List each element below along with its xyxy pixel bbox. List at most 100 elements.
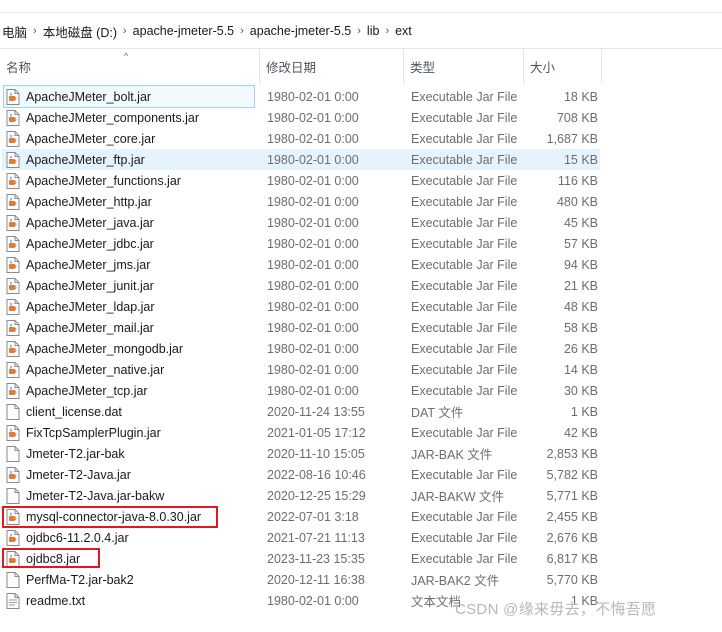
file-name-cell[interactable]: Jmeter-T2.jar-bak — [4, 443, 254, 464]
breadcrumb-jmeter-outer[interactable]: apache-jmeter-5.5 — [131, 24, 236, 38]
breadcrumb-ext[interactable]: ext — [393, 24, 414, 38]
column-header-name[interactable]: ^ 名称 — [0, 49, 260, 83]
blank-file-icon — [6, 487, 20, 504]
file-row[interactable]: ApacheJMeter_functions.jar 1980-02-01 0:0… — [0, 170, 722, 191]
jar-file-icon — [6, 340, 20, 357]
file-name: ApacheJMeter_functions.jar — [26, 173, 181, 188]
file-row[interactable]: ApacheJMeter_core.jar 1980-02-01 0:00 Exec… — [0, 128, 722, 149]
file-row[interactable]: ApacheJMeter_http.jar 1980-02-01 0:00 Exec… — [0, 191, 722, 212]
file-name-cell[interactable]: ApacheJMeter_core.jar — [4, 128, 254, 149]
file-name-cell[interactable]: ApacheJMeter_java.jar — [4, 212, 254, 233]
file-row[interactable]: ApacheJMeter_mongodb.jar 1980-02-01 0:00 E… — [0, 338, 722, 359]
breadcrumb-chevron-icon[interactable]: › — [119, 25, 131, 37]
file-name-cell[interactable]: ApacheJMeter_tcp.jar — [4, 380, 254, 401]
file-type: Executable Jar File — [411, 173, 518, 188]
file-row[interactable]: ojdbc6-11.2.0.4.jar 2021-07-21 11:13 Execu… — [0, 527, 722, 548]
file-name-cell[interactable]: ApacheJMeter_bolt.jar — [3, 85, 255, 108]
column-header-date[interactable]: 修改日期 — [260, 49, 404, 83]
file-date: 2020-12-11 16:38 — [267, 572, 365, 587]
file-row[interactable]: ApacheJMeter_bolt.jar 1980-02-01 0:00 Exec… — [0, 85, 722, 108]
file-list: ApacheJMeter_bolt.jar 1980-02-01 0:00 Exec… — [0, 85, 722, 611]
file-row[interactable]: ApacheJMeter_jdbc.jar 1980-02-01 0:00 Exec… — [0, 233, 722, 254]
file-row[interactable]: ApacheJMeter_junit.jar 1980-02-01 0:00 Exe… — [0, 275, 722, 296]
file-type: Executable Jar File — [411, 509, 518, 524]
file-row[interactable]: ApacheJMeter_ftp.jar 1980-02-01 0:00 Execu… — [0, 149, 722, 170]
file-row[interactable]: ApacheJMeter_ldap.jar 1980-02-01 0:00 Exec… — [0, 296, 722, 317]
file-name-cell[interactable]: client_license.dat — [4, 401, 254, 422]
file-name: ojdbc8.jar — [26, 551, 81, 566]
jar-file-icon — [6, 172, 20, 189]
file-name-cell[interactable]: ApacheJMeter_ftp.jar — [4, 149, 254, 170]
file-name-cell[interactable]: ApacheJMeter_ldap.jar — [4, 296, 254, 317]
file-row[interactable]: mysql-connector-java-8.0.30.jar 2022-07-0… — [0, 506, 722, 527]
file-name-cell[interactable]: ApacheJMeter_jdbc.jar — [4, 233, 254, 254]
file-row[interactable]: ApacheJMeter_tcp.jar 1980-02-01 0:00 Execu… — [0, 380, 722, 401]
file-row[interactable]: ApacheJMeter_java.jar 1980-02-01 0:00 Exec… — [0, 212, 722, 233]
file-name: ApacheJMeter_ldap.jar — [26, 299, 155, 314]
file-row[interactable]: ojdbc8.jar 2023-11-23 15:35 Executable Jar… — [0, 548, 722, 569]
file-row[interactable]: Jmeter-T2-Java.jar 2022-08-16 10:46 Execut… — [0, 464, 722, 485]
file-type: 文本文档 — [411, 595, 462, 609]
file-name-cell[interactable]: ApacheJMeter_junit.jar — [4, 275, 254, 296]
file-name-cell[interactable]: ApacheJMeter_jms.jar — [4, 254, 254, 275]
file-row[interactable]: PerfMa-T2.jar-bak2 2020-12-11 16:38 JAR-BA… — [0, 569, 722, 590]
file-name-cell[interactable]: ApacheJMeter_mail.jar — [4, 317, 254, 338]
file-name-cell[interactable]: ojdbc8.jar — [4, 548, 254, 569]
file-row[interactable]: ApacheJMeter_native.jar 1980-02-01 0:00 Ex… — [0, 359, 722, 380]
file-name-cell[interactable]: ApacheJMeter_functions.jar — [4, 170, 254, 191]
file-size: 30 KB — [563, 383, 598, 398]
address-breadcrumb[interactable]: 电脑 › 本地磁盘 (D:) › apache-jmeter-5.5 › apa… — [0, 14, 722, 49]
file-row[interactable]: FixTcpSamplerPlugin.jar 2021-01-05 17:12 E… — [0, 422, 722, 443]
file-name-cell[interactable]: readme.txt — [4, 590, 254, 611]
breadcrumb-this-pc[interactable]: 电脑 — [0, 22, 29, 41]
file-date: 1980-02-01 0:00 — [267, 362, 359, 377]
file-name-cell[interactable]: ApacheJMeter_http.jar — [4, 191, 254, 212]
file-row[interactable]: Jmeter-T2-Java.jar-bakw 2020-12-25 15:29 J… — [0, 485, 722, 506]
file-type: Executable Jar File — [411, 110, 518, 125]
file-date: 2020-12-25 15:29 — [267, 488, 366, 503]
file-name: ApacheJMeter_bolt.jar — [26, 89, 152, 104]
file-size: 45 KB — [563, 215, 598, 230]
file-row[interactable]: client_license.dat 2020-11-24 13:55 DAT 文件… — [0, 401, 722, 422]
file-name-cell[interactable]: ojdbc6-11.2.0.4.jar — [4, 527, 254, 548]
file-name-cell[interactable]: Jmeter-T2-Java.jar-bakw — [4, 485, 254, 506]
file-name-cell[interactable]: Jmeter-T2-Java.jar — [4, 464, 254, 485]
file-type: Executable Jar File — [411, 425, 518, 440]
file-name-cell[interactable]: FixTcpSamplerPlugin.jar — [4, 422, 254, 443]
file-date: 1980-02-01 0:00 — [267, 89, 359, 104]
breadcrumb-chevron-icon[interactable]: › — [29, 25, 41, 37]
file-date: 2021-07-21 11:13 — [267, 530, 365, 545]
jar-file-icon — [6, 466, 20, 483]
jar-file-icon — [6, 109, 20, 126]
file-name: Jmeter-T2.jar-bak — [26, 446, 125, 461]
column-header-type[interactable]: 类型 — [404, 49, 524, 83]
breadcrumb-drive-d[interactable]: 本地磁盘 (D:) — [41, 22, 119, 41]
file-date: 1980-02-01 0:00 — [267, 173, 359, 188]
file-name-cell[interactable]: PerfMa-T2.jar-bak2 — [4, 569, 254, 590]
breadcrumb-lib[interactable]: lib — [365, 24, 382, 38]
jar-file-icon — [6, 235, 20, 252]
file-size: 14 KB — [563, 362, 598, 377]
file-row[interactable]: ApacheJMeter_jms.jar 1980-02-01 0:00 Execu… — [0, 254, 722, 275]
file-name-cell[interactable]: ApacheJMeter_components.jar — [4, 107, 254, 128]
file-name-cell[interactable]: ApacheJMeter_mongodb.jar — [4, 338, 254, 359]
file-row[interactable]: Jmeter-T2.jar-bak 2020-11-10 15:05 JAR-BAK… — [0, 443, 722, 464]
file-name: ApacheJMeter_http.jar — [26, 194, 152, 209]
blank-file-icon — [6, 571, 20, 588]
column-header-row: ^ 名称 修改日期 类型 大小 — [0, 49, 722, 83]
file-size: 48 KB — [563, 299, 598, 314]
file-type: Executable Jar File — [411, 131, 518, 146]
breadcrumb-chevron-icon[interactable]: › — [353, 25, 365, 37]
breadcrumb-chevron-icon[interactable]: › — [236, 25, 248, 37]
file-type: Executable Jar File — [411, 467, 518, 482]
file-name-cell[interactable]: ApacheJMeter_native.jar — [4, 359, 254, 380]
file-row[interactable]: ApacheJMeter_components.jar 1980-02-01 0:… — [0, 107, 722, 128]
file-size: 42 KB — [563, 425, 598, 440]
column-header-size[interactable]: 大小 — [524, 49, 602, 83]
breadcrumb-jmeter-inner[interactable]: apache-jmeter-5.5 — [248, 24, 353, 38]
file-row[interactable]: ApacheJMeter_mail.jar 1980-02-01 0:00 Exec… — [0, 317, 722, 338]
breadcrumb-chevron-icon[interactable]: › — [381, 25, 393, 37]
file-name-cell[interactable]: mysql-connector-java-8.0.30.jar — [4, 506, 254, 527]
file-name: FixTcpSamplerPlugin.jar — [26, 425, 161, 440]
file-name: ApacheJMeter_ftp.jar — [26, 152, 145, 167]
